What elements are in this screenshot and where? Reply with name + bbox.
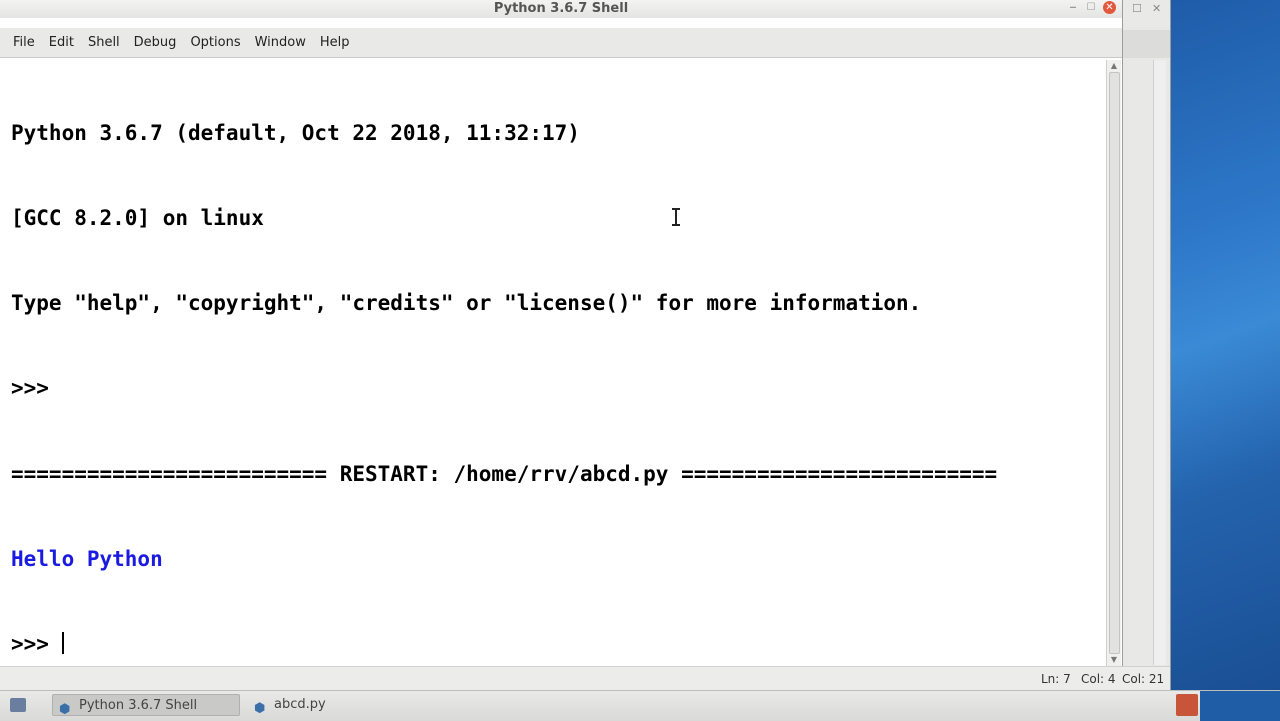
shell-window: Python 3.6.7 Shell ‒ ☐ ✕ File Edit Shell…: [0, 0, 1123, 690]
menubar: File Edit Shell Debug Options Window Hel…: [0, 28, 1122, 58]
background-window-titlebar[interactable]: ☐ ✕: [1120, 0, 1170, 28]
scroll-up-icon[interactable]: ▲: [1107, 60, 1121, 72]
window-title: Python 3.6.7 Shell: [493, 1, 629, 16]
window-controls: ‒ ☐ ✕: [1067, 1, 1116, 14]
shell-prompt: >>>: [11, 376, 49, 401]
python-icon: ⬢: [254, 701, 266, 716]
taskbar-item-label: Python 3.6.7 Shell: [79, 698, 198, 713]
maximize-icon[interactable]: ☐: [1132, 2, 1142, 15]
shell-text-area[interactable]: Python 3.6.7 (default, Oct 22 2018, 11:3…: [0, 60, 1105, 666]
background-window[interactable]: ☐ ✕: [1120, 0, 1171, 690]
menu-options[interactable]: Options: [183, 35, 247, 50]
tray-app-icon[interactable]: [1176, 694, 1198, 716]
tray-area: [1200, 691, 1280, 721]
menu-shell[interactable]: Shell: [81, 35, 127, 50]
background-window-menubar: [1120, 30, 1170, 58]
line-number: Ln: 7: [1041, 672, 1071, 686]
shell-line: Type "help", "copyright", "credits" or "…: [11, 291, 922, 316]
maximize-icon[interactable]: ☐: [1085, 2, 1097, 14]
active-prompt-line[interactable]: >>>: [11, 630, 1105, 658]
taskbar-item-label: abcd.py: [274, 697, 326, 712]
close-icon[interactable]: ✕: [1103, 1, 1116, 14]
menu-file[interactable]: File: [6, 35, 42, 50]
show-desktop-icon[interactable]: [10, 698, 26, 712]
menu-debug[interactable]: Debug: [127, 35, 184, 50]
scrollbar-thumb[interactable]: [1109, 72, 1120, 654]
column-number: Col: 4: [1081, 672, 1116, 686]
program-output: Hello Python: [11, 546, 163, 571]
python-icon: ⬢: [59, 702, 71, 717]
ibeam-cursor-icon: [672, 208, 680, 226]
menu-help[interactable]: Help: [313, 35, 357, 50]
taskbar-item-shell[interactable]: ⬢ Python 3.6.7 Shell: [52, 694, 240, 717]
menu-edit[interactable]: Edit: [42, 35, 81, 50]
background-column-number: Col: 21: [1122, 672, 1165, 686]
menu-window[interactable]: Window: [248, 35, 313, 50]
shell-line: Python 3.6.7 (default, Oct 22 2018, 11:3…: [11, 120, 580, 145]
taskbar-item-abcd[interactable]: ⬢ abcd.py: [248, 694, 438, 716]
text-cursor: [61, 632, 64, 655]
taskbar: ⬢ Python 3.6.7 Shell ⬢ abcd.py: [0, 690, 1280, 721]
status-bar: Ln: 7 Col: 4 Col: 21: [0, 666, 1170, 691]
background-window-scrollbar[interactable]: [1153, 60, 1166, 665]
restart-banner: ========================= RESTART: /home…: [11, 461, 998, 486]
shell-prompt: >>>: [11, 632, 62, 657]
minimize-icon[interactable]: ‒: [1067, 2, 1079, 14]
close-icon[interactable]: ✕: [1152, 2, 1161, 15]
window-titlebar[interactable]: Python 3.6.7 Shell ‒ ☐ ✕: [0, 0, 1122, 18]
shell-line: [GCC 8.2.0] on linux: [11, 206, 264, 231]
vertical-scrollbar[interactable]: ▲ ▼: [1106, 60, 1121, 666]
scroll-down-icon[interactable]: ▼: [1107, 654, 1121, 666]
